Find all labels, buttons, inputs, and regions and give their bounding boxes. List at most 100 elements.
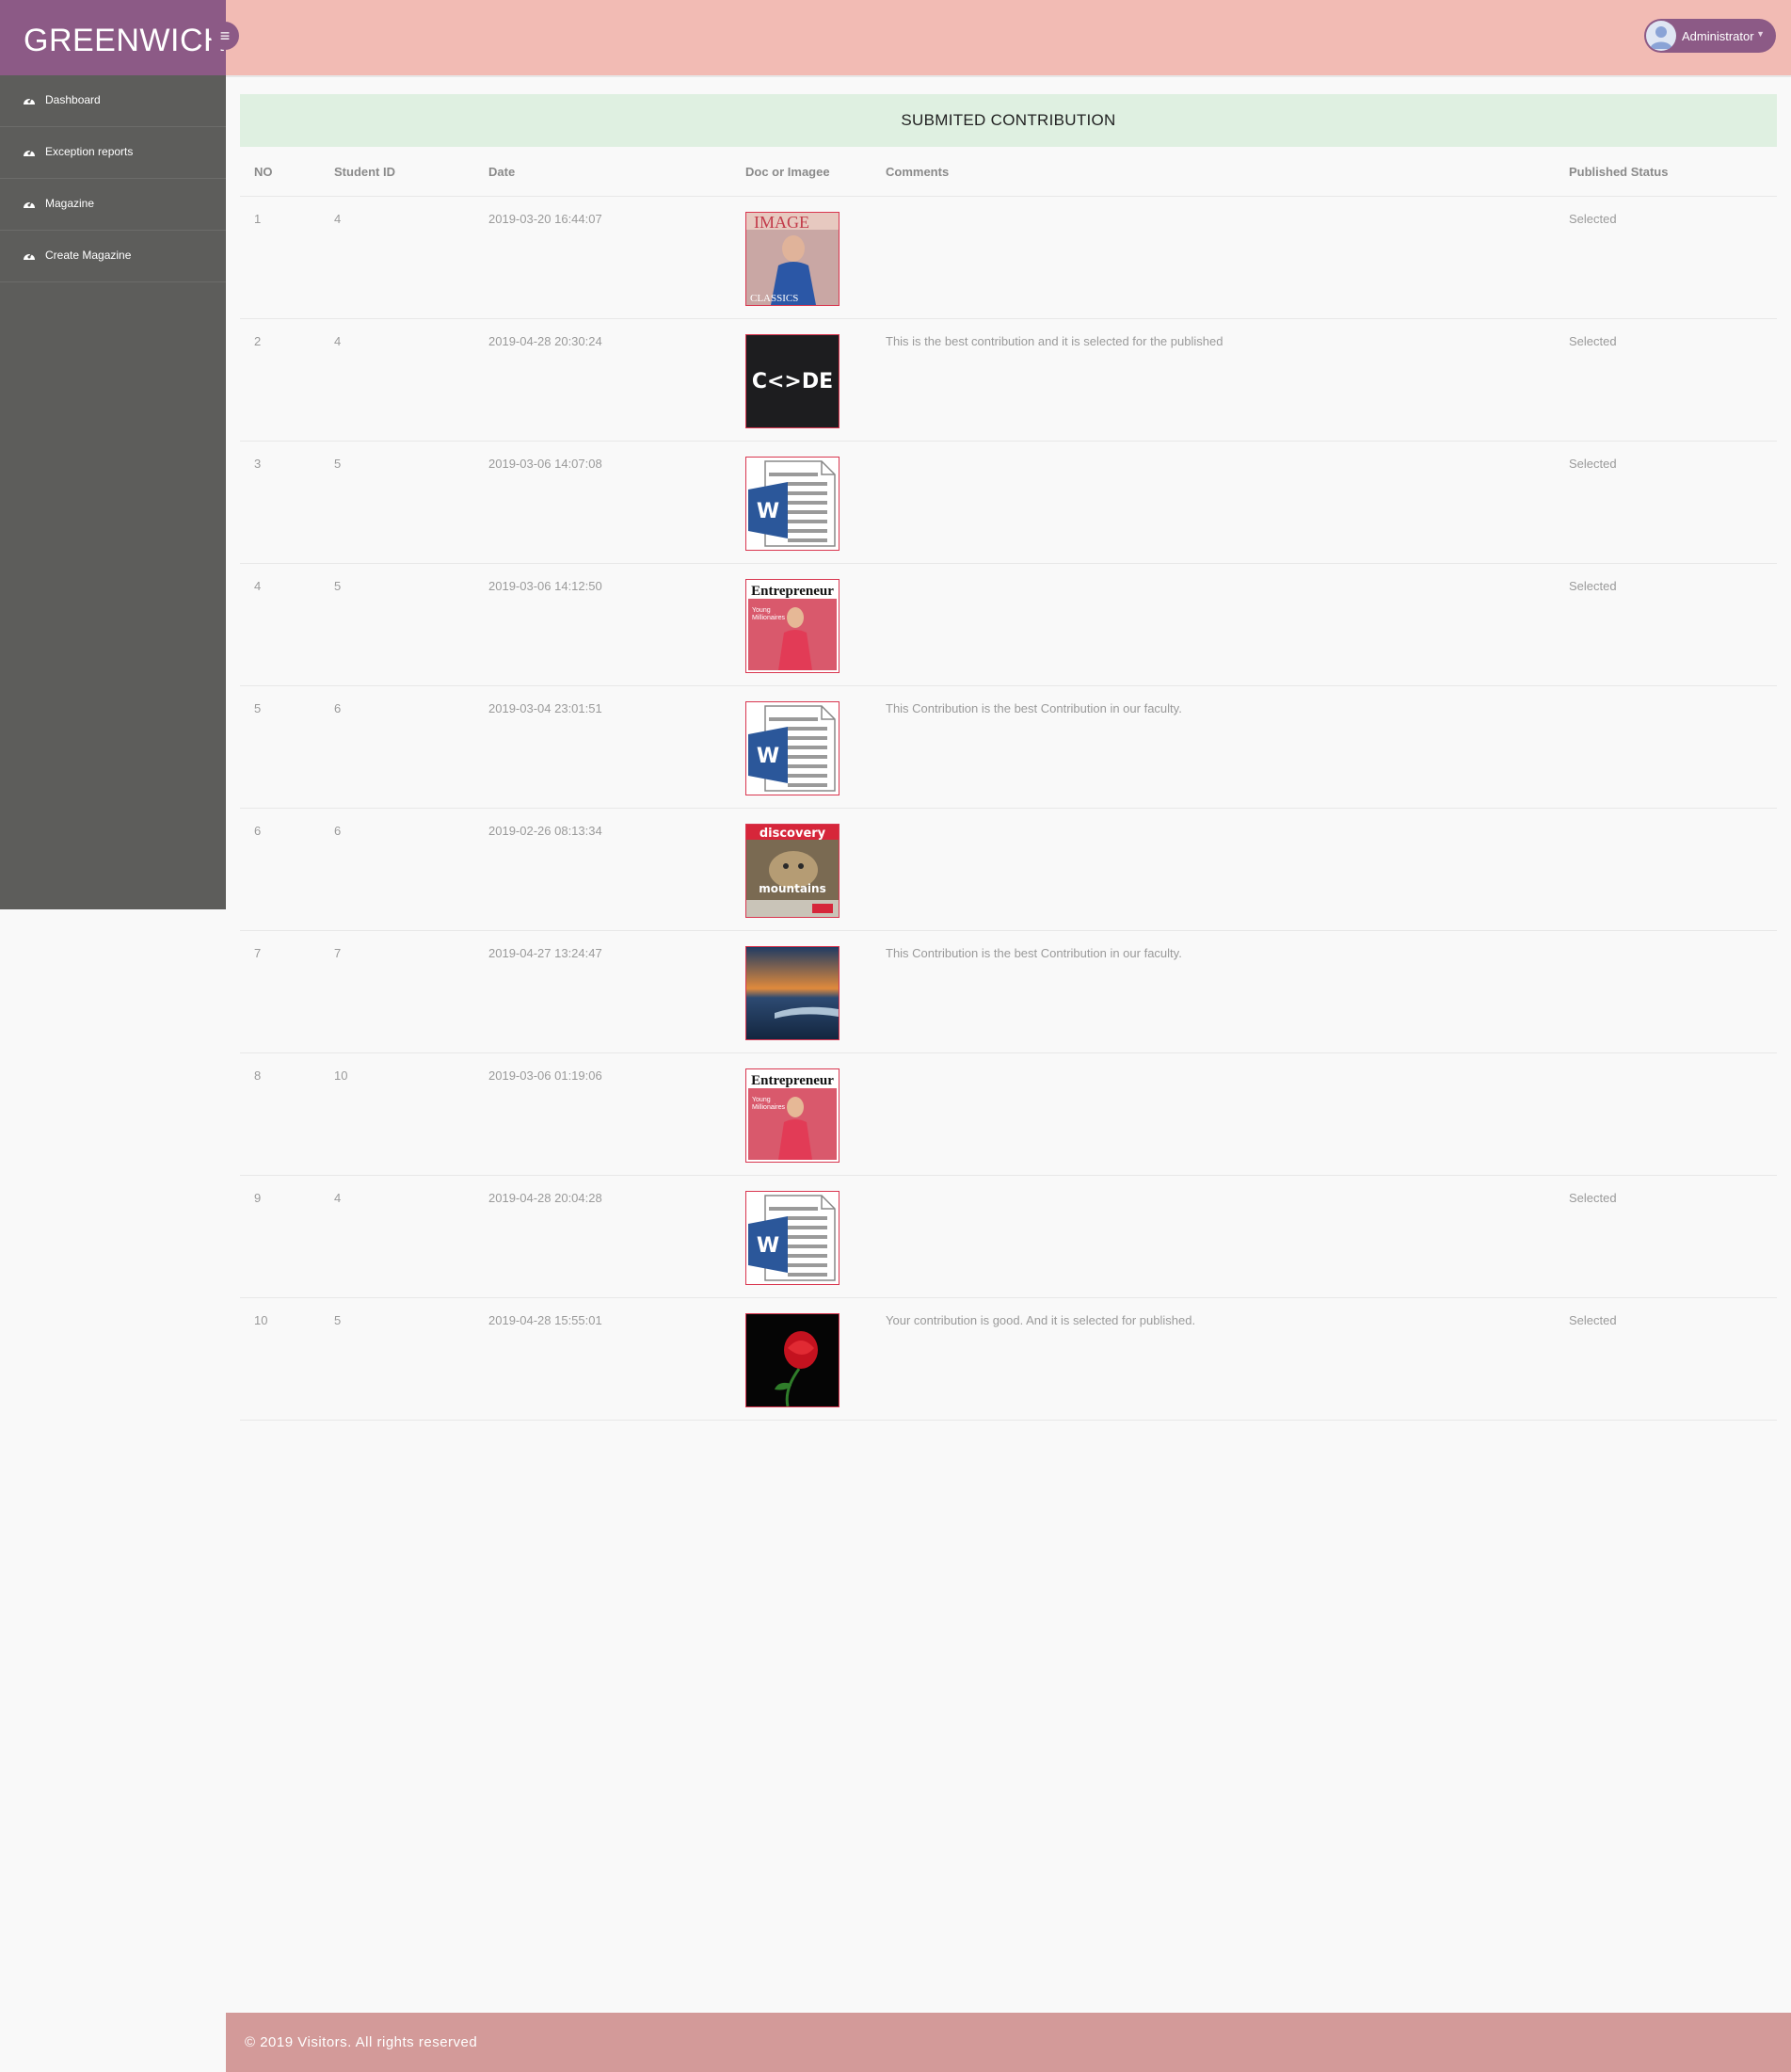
- sidebar-item-create-magazine[interactable]: Create Magazine: [0, 231, 226, 282]
- svg-text:Millionaires: Millionaires: [752, 1104, 786, 1111]
- sidebar: Dashboard Exception reports Magazine Cre…: [0, 75, 226, 909]
- hamburger-icon: ≡: [219, 26, 231, 45]
- contribution-thumbnail[interactable]: Entrepreneur Young Millionaires: [745, 1068, 840, 1163]
- cell-doc: [731, 930, 872, 1053]
- user-icon: [1650, 26, 1672, 49]
- column-header: Student ID: [320, 147, 474, 197]
- contribution-thumbnail[interactable]: C<>DE: [745, 334, 840, 428]
- cell-comment: [872, 563, 1555, 686]
- contributions-table: NO Student ID Date Doc or Imagee Comment…: [240, 147, 1777, 1421]
- table-row: 5 6 2019-03-04 23:01:51 W This Contribution …: [240, 685, 1777, 809]
- footer: © 2019 Visitors. All rights reserved: [226, 2013, 1791, 2072]
- chevron-down-icon: ▼: [1756, 29, 1765, 39]
- dashboard-icon: [24, 252, 35, 260]
- svg-text:C<>DE: C<>DE: [752, 370, 833, 394]
- cell-status: [1555, 930, 1777, 1053]
- cell-date: 2019-04-28 20:30:24: [474, 318, 731, 442]
- sidebar-item-dashboard[interactable]: Dashboard: [0, 75, 226, 127]
- table-row: 6 6 2019-02-26 08:13:34 discovery mountains: [240, 808, 1777, 931]
- cell-status: [1555, 1052, 1777, 1176]
- cell-student-id: 5: [320, 563, 474, 686]
- sidebar-item-label: Exception reports: [45, 145, 134, 158]
- cell-status: Selected: [1555, 1297, 1777, 1421]
- table-row: 9 4 2019-04-28 20:04:28 W Selected: [240, 1175, 1777, 1298]
- cell-student-id: 5: [320, 441, 474, 564]
- contribution-thumbnail[interactable]: W: [745, 701, 840, 795]
- cell-status: Selected: [1555, 196, 1777, 319]
- cell-student-id: 5: [320, 1297, 474, 1421]
- table-row: 3 5 2019-03-06 14:07:08 W Selected: [240, 441, 1777, 564]
- table-row: 2 4 2019-04-28 20:30:24 C<>DE This is the be…: [240, 318, 1777, 442]
- contribution-thumbnail[interactable]: [745, 946, 840, 1040]
- cell-student-id: 10: [320, 1052, 474, 1176]
- cell-no: 6: [240, 808, 320, 931]
- svg-text:Entrepreneur: Entrepreneur: [751, 584, 834, 599]
- page-title: SUBMITED CONTRIBUTION: [240, 94, 1777, 147]
- svg-text:CLASSICS: CLASSICS: [750, 293, 798, 304]
- sidebar-item-exception-reports[interactable]: Exception reports: [0, 127, 226, 179]
- dashboard-icon: [24, 201, 35, 208]
- dashboard-icon: [24, 97, 35, 104]
- cell-status: [1555, 808, 1777, 931]
- cell-status: [1555, 685, 1777, 809]
- cell-no: 9: [240, 1175, 320, 1298]
- table-row: 1 4 2019-03-20 16:44:07 IMAGE CLASSICS Select…: [240, 196, 1777, 319]
- cell-student-id: 6: [320, 808, 474, 931]
- sidebar-item-magazine[interactable]: Magazine: [0, 179, 226, 231]
- cell-date: 2019-03-20 16:44:07: [474, 196, 731, 319]
- column-header: Published Status: [1555, 147, 1777, 197]
- cell-no: 7: [240, 930, 320, 1053]
- cell-doc: Entrepreneur Young Millionaires: [731, 563, 872, 686]
- cell-date: 2019-03-04 23:01:51: [474, 685, 731, 809]
- contribution-thumbnail[interactable]: IMAGE CLASSICS: [745, 212, 840, 306]
- contribution-thumbnail[interactable]: [745, 1313, 840, 1407]
- column-header: NO: [240, 147, 320, 197]
- column-header: Comments: [872, 147, 1555, 197]
- user-name: Administrator: [1682, 29, 1754, 43]
- cell-comment: This Contribution is the best Contributi…: [872, 930, 1555, 1053]
- sidebar-item-label: Dashboard: [45, 93, 101, 106]
- cell-no: 5: [240, 685, 320, 809]
- top-bar: GREENWICH ≡ Administrator ▼: [0, 0, 1791, 77]
- cell-comment: This Contribution is the best Contributi…: [872, 685, 1555, 809]
- cell-doc: discovery mountains: [731, 808, 872, 931]
- cell-date: 2019-04-28 15:55:01: [474, 1297, 731, 1421]
- cell-date: 2019-03-06 01:19:06: [474, 1052, 731, 1176]
- cell-comment: [872, 441, 1555, 564]
- cell-status: Selected: [1555, 441, 1777, 564]
- svg-text:W: W: [757, 1234, 779, 1258]
- brand-logo[interactable]: GREENWICH: [0, 0, 227, 75]
- cell-doc: Entrepreneur Young Millionaires: [731, 1052, 872, 1176]
- cell-no: 3: [240, 441, 320, 564]
- svg-text:Millionaires: Millionaires: [752, 615, 786, 621]
- table-row: 7 7 2019-04-27 13:24:47 This Contribution i…: [240, 930, 1777, 1053]
- cell-date: 2019-02-26 08:13:34: [474, 808, 731, 931]
- svg-text:mountains: mountains: [759, 882, 825, 895]
- cell-status: Selected: [1555, 563, 1777, 686]
- cell-comment: Your contribution is good. And it is sel…: [872, 1297, 1555, 1421]
- dashboard-icon: [24, 149, 35, 156]
- svg-text:discovery: discovery: [760, 827, 826, 841]
- cell-doc: W: [731, 685, 872, 809]
- cell-doc: W: [731, 1175, 872, 1298]
- svg-text:IMAGE: IMAGE: [754, 213, 809, 232]
- cell-comment: [872, 808, 1555, 931]
- cell-date: 2019-03-06 14:12:50: [474, 563, 731, 686]
- menu-toggle-button[interactable]: ≡: [211, 22, 239, 50]
- cell-status: Selected: [1555, 318, 1777, 442]
- contribution-thumbnail[interactable]: W: [745, 1191, 840, 1285]
- cell-date: 2019-04-28 20:04:28: [474, 1175, 731, 1298]
- cell-student-id: 6: [320, 685, 474, 809]
- svg-text:Entrepreneur: Entrepreneur: [751, 1073, 834, 1088]
- cell-student-id: 7: [320, 930, 474, 1053]
- user-menu-button[interactable]: Administrator ▼: [1644, 19, 1776, 53]
- contribution-thumbnail[interactable]: discovery mountains: [745, 824, 840, 918]
- svg-text:W: W: [757, 745, 779, 768]
- cell-no: 1: [240, 196, 320, 319]
- svg-text:W: W: [757, 500, 779, 523]
- cell-comment: This is the best contribution and it is …: [872, 318, 1555, 442]
- contribution-thumbnail[interactable]: Entrepreneur Young Millionaires: [745, 579, 840, 673]
- cell-student-id: 4: [320, 196, 474, 319]
- column-header: Date: [474, 147, 731, 197]
- contribution-thumbnail[interactable]: W: [745, 457, 840, 551]
